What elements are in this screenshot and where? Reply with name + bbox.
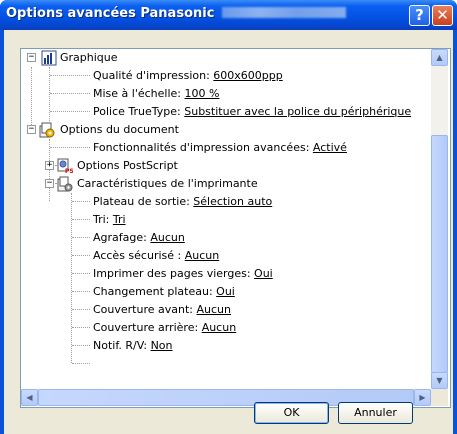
tree-line bbox=[72, 291, 90, 292]
tree-item-document-options[interactable]: Options du document bbox=[60, 121, 179, 139]
ok-button[interactable]: OK bbox=[254, 402, 329, 424]
setting-truetype-font[interactable]: Police TrueType: Substituer avec la poli… bbox=[93, 103, 411, 121]
setting-stapling[interactable]: Agrafage: Aucun bbox=[93, 229, 185, 247]
setting-blank-pages[interactable]: Imprimer des pages vierges: Oui bbox=[93, 265, 273, 283]
vertical-scroll-thumb[interactable] bbox=[431, 135, 448, 373]
title-bar[interactable]: Options avancées Panasonic ? ✕ bbox=[0, 0, 457, 30]
tree-line bbox=[72, 327, 90, 328]
document-options-icon bbox=[39, 122, 55, 138]
tree-line bbox=[50, 93, 90, 94]
dialog-window: Options avancées Panasonic ? ✕ − Graphiq… bbox=[0, 0, 457, 434]
tree-line bbox=[72, 363, 90, 364]
tree-item-printer-features[interactable]: Caractéristiques de l'imprimante bbox=[77, 175, 258, 193]
printer-features-icon bbox=[57, 176, 73, 192]
postscript-icon: PS bbox=[57, 158, 73, 174]
setting-back-cover[interactable]: Couverture arrière: Aucun bbox=[93, 319, 236, 337]
help-button[interactable]: ? bbox=[409, 5, 430, 26]
setting-print-quality[interactable]: Qualité d'impression: 600x600ppp bbox=[93, 67, 283, 85]
close-button[interactable]: ✕ bbox=[432, 5, 453, 26]
vertical-scrollbar[interactable]: ▲ ▼ bbox=[431, 49, 448, 389]
tree-line bbox=[72, 273, 90, 274]
tree-line bbox=[31, 67, 32, 131]
scroll-left-button[interactable]: ◀ bbox=[21, 389, 38, 406]
svg-text:PS: PS bbox=[65, 168, 73, 174]
setting-front-cover[interactable]: Couverture avant: Aucun bbox=[93, 301, 231, 319]
scroll-down-button[interactable]: ▼ bbox=[431, 372, 448, 389]
setting-duplex-notice[interactable]: Notif. R/V: Non bbox=[93, 337, 173, 355]
tree-line bbox=[72, 309, 90, 310]
setting-secure-access[interactable]: Accès sécurisé : Aucun bbox=[93, 247, 219, 265]
tree-item-graphique[interactable]: Graphique bbox=[60, 49, 118, 67]
setting-advanced-printing[interactable]: Fonctionnalités d'impression avancées: A… bbox=[93, 139, 347, 157]
collapse-icon[interactable]: − bbox=[27, 53, 36, 62]
setting-tray-switch[interactable]: Changement plateau: Oui bbox=[93, 283, 235, 301]
graphics-chart-icon bbox=[41, 50, 57, 66]
expand-icon[interactable]: + bbox=[45, 161, 54, 170]
cancel-button[interactable]: Annuler bbox=[338, 402, 413, 424]
collapse-icon[interactable]: − bbox=[27, 125, 36, 134]
redacted-model-name bbox=[222, 7, 347, 18]
setting-collate[interactable]: Tri: Tri bbox=[93, 211, 126, 229]
tree-line bbox=[72, 237, 90, 238]
collapse-icon[interactable]: − bbox=[45, 179, 54, 188]
tree-line bbox=[72, 345, 90, 346]
tree-line bbox=[50, 147, 90, 148]
setting-output-tray[interactable]: Plateau de sortie: Sélection auto bbox=[93, 193, 272, 211]
setting-scaling[interactable]: Mise à l'échelle: 100 % bbox=[93, 85, 219, 103]
tree-line bbox=[50, 75, 90, 76]
tree-line bbox=[49, 139, 50, 201]
scroll-up-button[interactable]: ▲ bbox=[431, 49, 448, 66]
tree-line bbox=[72, 255, 90, 256]
tree-item-postscript[interactable]: Options PostScript bbox=[77, 157, 178, 175]
window-title: Options avancées Panasonic bbox=[6, 6, 347, 21]
tree-content: − Graphique Qualité d'impression: 600x60… bbox=[21, 49, 431, 374]
scroll-right-button[interactable]: ▶ bbox=[414, 389, 431, 406]
tree-line bbox=[72, 201, 90, 202]
tree-line bbox=[72, 219, 90, 220]
tree-line bbox=[50, 111, 90, 112]
scrollbar-corner bbox=[431, 389, 448, 406]
options-tree-view[interactable]: − Graphique Qualité d'impression: 600x60… bbox=[20, 48, 451, 408]
dialog-body: − Graphique Qualité d'impression: 600x60… bbox=[4, 30, 453, 434]
